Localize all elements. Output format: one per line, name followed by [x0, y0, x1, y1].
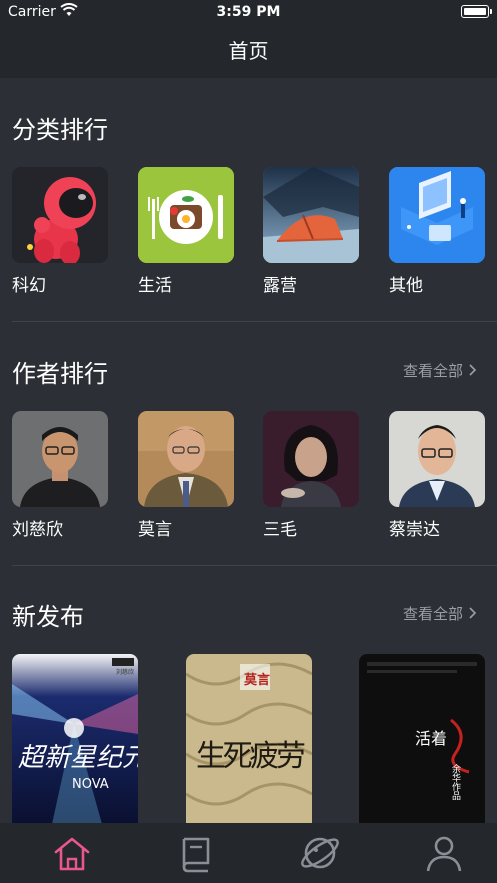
clock: 3:59 PM: [216, 4, 281, 20]
isometric-office-icon: [389, 167, 485, 263]
category-label-camping: 露营: [263, 276, 297, 296]
category-label-other: 其他: [389, 276, 423, 296]
book-icon: [182, 837, 210, 873]
author-photo: [263, 411, 359, 507]
tab-library[interactable]: [174, 831, 218, 875]
author-tile-liu-cixin[interactable]: [12, 411, 108, 507]
author-name: 刘慈欣: [12, 520, 63, 540]
see-all-label: 查看全部: [402, 605, 463, 623]
book-subtitle-text: NOVA: [72, 777, 109, 792]
author-name: 蔡崇达: [389, 520, 440, 540]
user-icon: [426, 836, 462, 872]
author-tile-mo-yan[interactable]: [138, 411, 234, 507]
category-label-scifi: 科幻: [12, 276, 46, 296]
author-photo: [389, 411, 485, 507]
book-cover[interactable]: 刘慈欣 超新星纪元 NOVA: [12, 654, 138, 824]
see-all-label: 查看全部: [402, 362, 463, 380]
book-title-text: 超新星纪元: [18, 743, 138, 773]
page-title: 首页: [228, 39, 269, 63]
book-cover[interactable]: 活着 余华作品: [359, 654, 485, 824]
authors-title: 作者排行: [12, 360, 108, 388]
category-tile-life[interactable]: [138, 167, 234, 263]
book-cover-art: 莫言 生死疲劳: [186, 654, 312, 824]
status-bar: Carrier 3:59 PM: [0, 0, 497, 26]
battery-icon: [461, 5, 492, 18]
author-name: 莫言: [138, 520, 172, 540]
book-cover-art: 活着 余华作品: [359, 654, 485, 824]
author-tile-san-mao[interactable]: [263, 411, 359, 507]
author-tile-cai-chongda[interactable]: [389, 411, 485, 507]
book-author-text: 刘慈欣: [116, 668, 134, 676]
section-divider: [12, 321, 497, 322]
author-name: 三毛: [263, 520, 297, 540]
category-tile-other[interactable]: [389, 167, 485, 263]
book-author-text: 莫言: [243, 672, 270, 688]
breakfast-plate-icon: [138, 167, 234, 263]
new-releases-title: 新发布: [12, 603, 84, 631]
new-releases-see-all-link[interactable]: 查看全部: [403, 603, 477, 624]
book-title-text: 生死疲劳: [196, 739, 306, 774]
categories-title: 分类排行: [12, 116, 108, 144]
tab-home[interactable]: [50, 831, 94, 875]
book-title-text: 活着: [415, 729, 447, 748]
section-divider: [12, 565, 497, 566]
authors-see-all-link[interactable]: 查看全部: [403, 360, 477, 381]
category-tile-camping[interactable]: [263, 167, 359, 263]
book-cover-art: 刘慈欣 超新星纪元 NOVA: [12, 654, 138, 824]
category-tile-scifi[interactable]: [12, 167, 108, 263]
book-author-text: 余华作品: [450, 763, 461, 801]
tab-bar: [0, 823, 497, 883]
astronaut-icon: [12, 167, 108, 263]
tent-icon: [263, 167, 359, 263]
author-photo: [12, 411, 108, 507]
home-icon: [54, 837, 90, 871]
category-label-life: 生活: [138, 276, 172, 296]
chevron-right-icon: [469, 605, 477, 623]
navigation-bar: 首页: [0, 26, 497, 78]
planet-icon: [301, 837, 339, 869]
book-cover[interactable]: 莫言 生死疲劳: [186, 654, 312, 824]
tab-discover[interactable]: [298, 831, 342, 875]
chevron-right-icon: [469, 362, 477, 380]
author-photo: [138, 411, 234, 507]
tab-profile[interactable]: [422, 831, 466, 875]
